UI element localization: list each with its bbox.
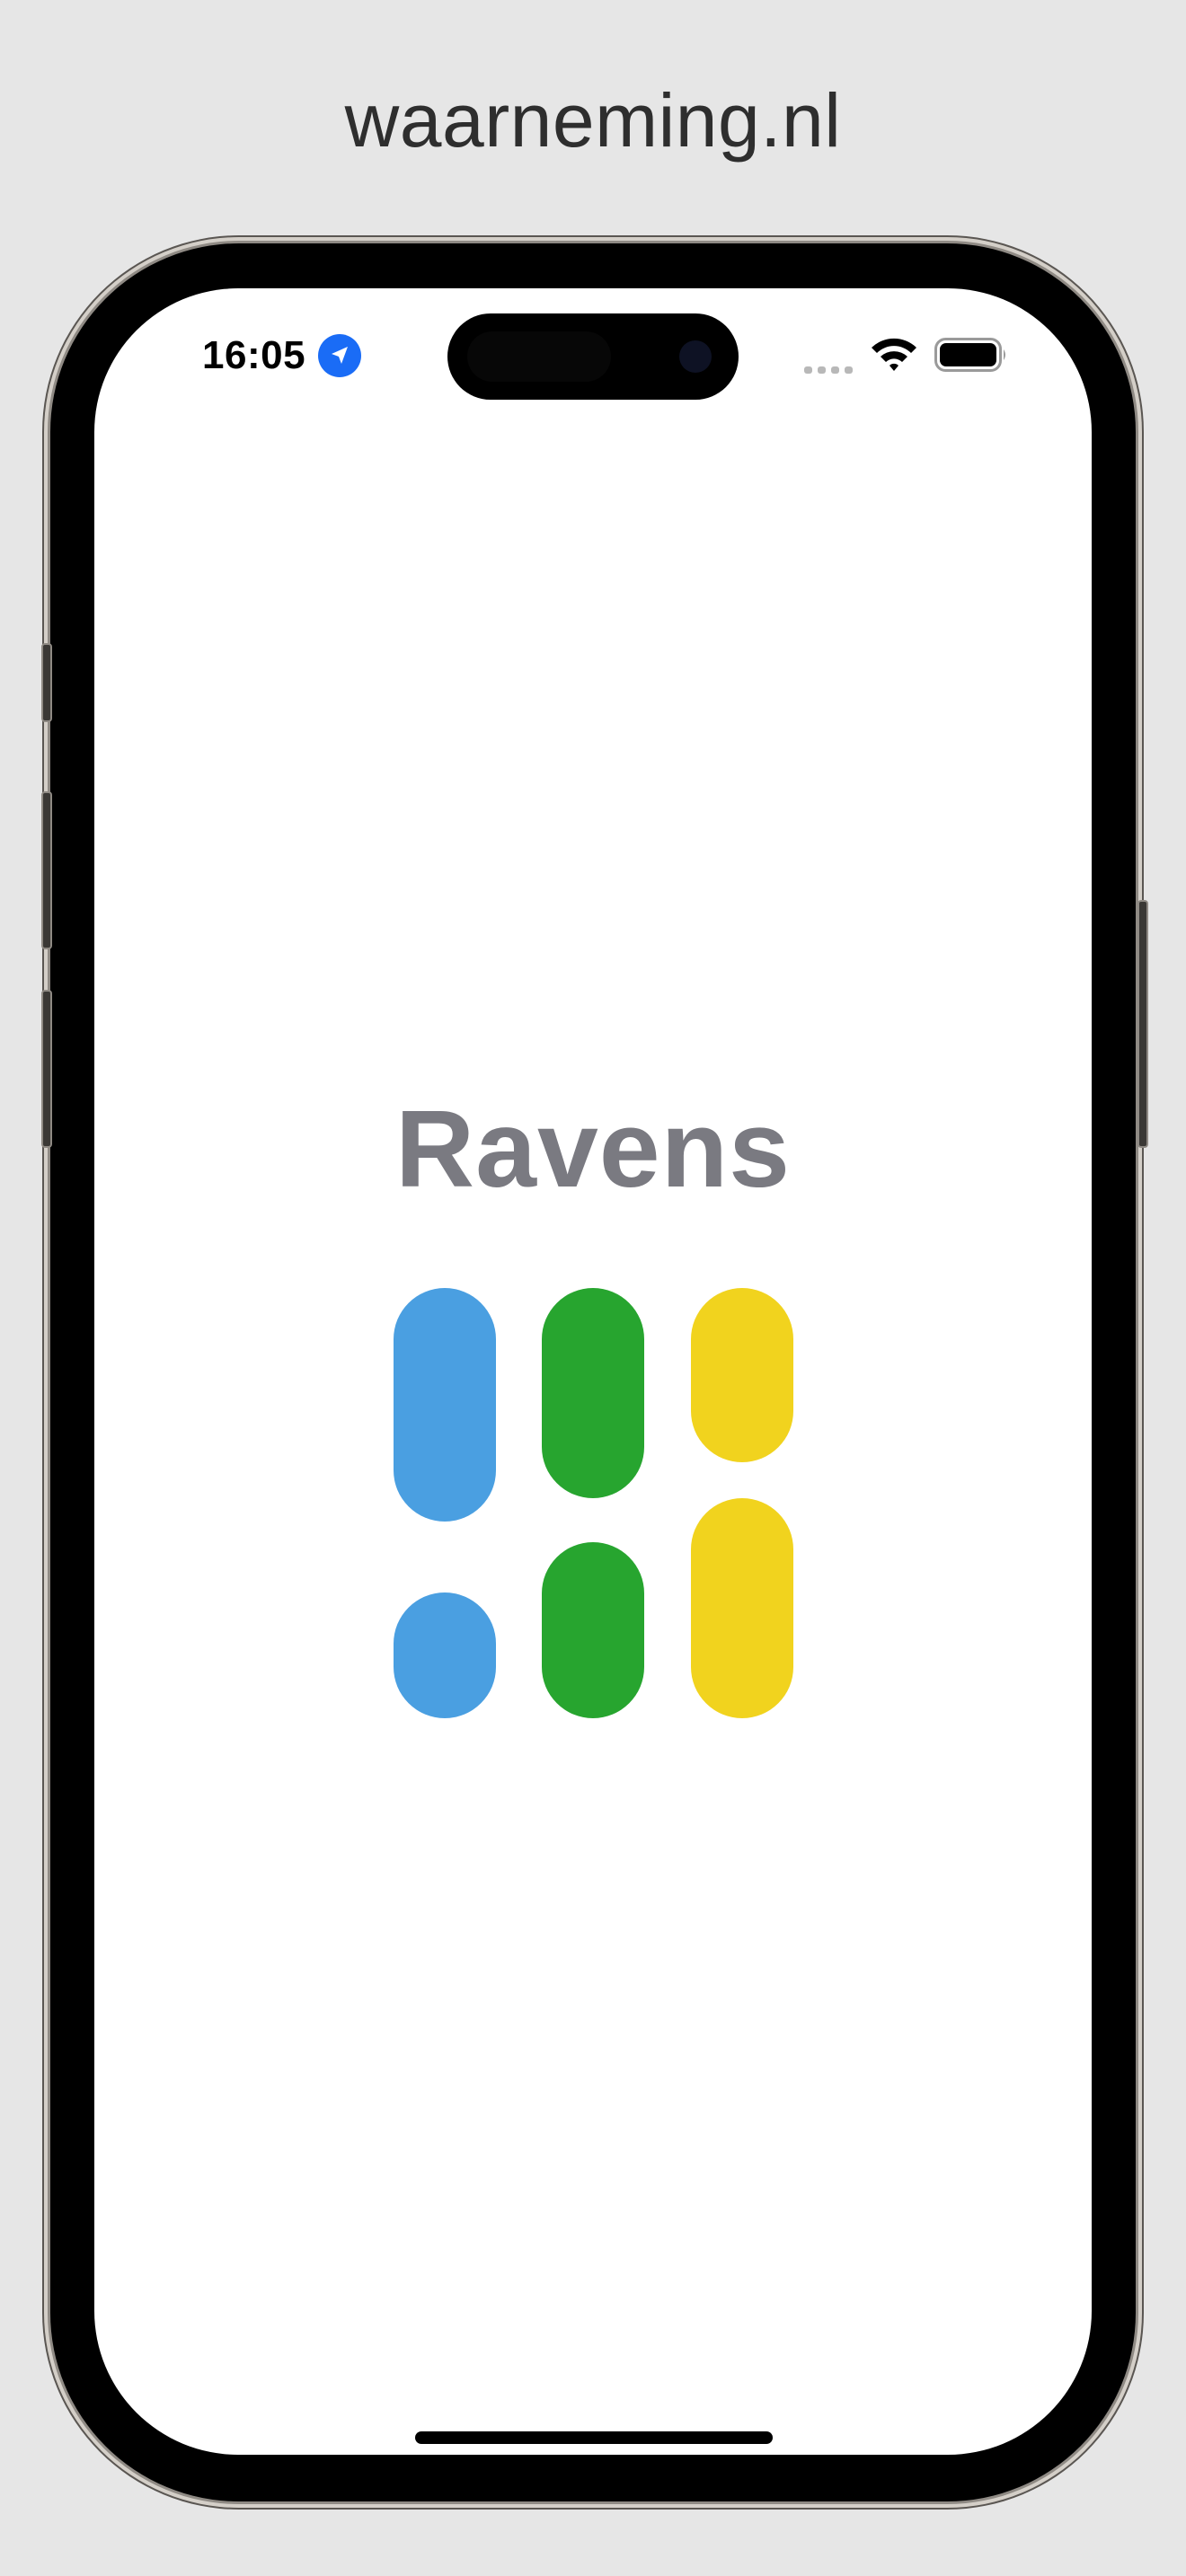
logo-yellow-top-bar [691,1288,793,1462]
app-title: Ravens [394,1088,792,1210]
face-id-sensor [467,331,611,382]
logo-green-bottom-bar [542,1542,644,1718]
logo-green-top-bar [542,1288,644,1498]
battery-icon [934,338,1008,372]
volume-up-button [41,791,52,949]
front-camera [679,340,712,373]
cellular-signal-icon [804,363,854,374]
status-time: 16:05 [202,333,306,377]
logo-yellow-bottom-bar [691,1498,793,1718]
location-arrow-icon [318,334,361,377]
logo-blue-short-bar [394,1592,496,1718]
power-button [1137,900,1148,1148]
wifi-icon [869,335,919,373]
page-caption: waarneming.nl [344,78,842,163]
logo-blue-tall-bar [394,1288,496,1522]
volume-down-button [41,990,52,1148]
screen: 16:05 Ravens [94,288,1092,2455]
action-button [41,643,52,722]
home-indicator[interactable] [415,2431,773,2444]
dynamic-island [447,313,739,400]
